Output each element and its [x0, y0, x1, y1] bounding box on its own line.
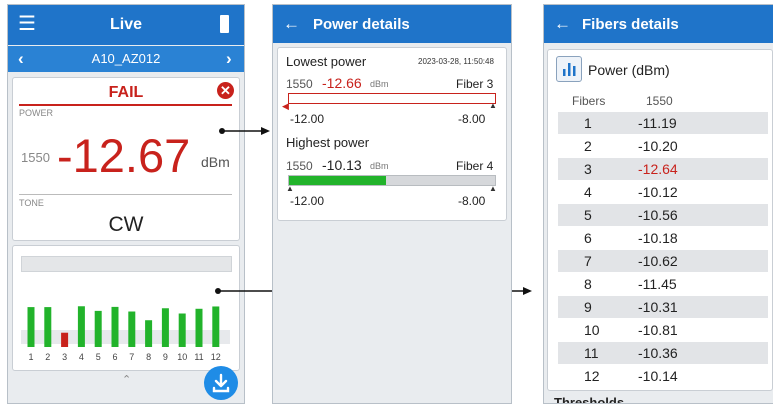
table-row[interactable]: 1 -11.19 — [558, 112, 768, 134]
table-row[interactable]: 6 -10.18 — [558, 227, 768, 249]
table-row[interactable]: 9 -10.31 — [558, 296, 768, 318]
fibers-table-card: Power (dBm) Fibers 1550 1 -11.19 2 -10.20 3 -… — [547, 49, 773, 391]
table-row[interactable]: 5 -10.56 — [558, 204, 768, 226]
lowest-wavelength: 1550 — [286, 77, 313, 91]
table-row[interactable]: 7 -10.62 — [558, 250, 768, 272]
table-row[interactable]: 10 -10.81 — [558, 319, 768, 341]
fiber-power-value: -10.20 — [638, 138, 678, 154]
fiber-number: 10 — [584, 322, 600, 338]
fiber-power-value: -10.14 — [638, 368, 678, 384]
fiber-power-value: -10.81 — [638, 322, 678, 338]
lowest-value: -12.66 — [322, 75, 362, 91]
fiber-power-value: -10.56 — [638, 207, 678, 223]
table-row[interactable]: 4 -10.12 — [558, 181, 768, 203]
page-title: Fibers details — [582, 16, 679, 33]
power-details-screen: ← Power details Lowest power 2023-03-28,… — [272, 4, 512, 404]
thresholds-label: Thresholds — [554, 395, 625, 404]
power-summary-card: Lowest power 2023-03-28, 11:50:48 1550 -… — [277, 47, 507, 221]
wavelength-column-header: 1550 — [646, 94, 673, 108]
fiber-number: 7 — [584, 253, 592, 269]
power-chart-icon — [556, 56, 582, 82]
lowest-threshold-min: -12.00 — [290, 112, 325, 126]
fiber-power-value: -11.19 — [638, 115, 677, 131]
table-row[interactable]: 8 -11.45 — [558, 273, 768, 295]
fiber-power-value: -10.12 — [638, 184, 678, 200]
fibers-details-connector-arrowhead — [523, 287, 532, 295]
highest-threshold-max: -8.00 — [458, 194, 486, 208]
highest-fiber: Fiber 4 — [456, 159, 494, 173]
highest-power-gauge — [288, 175, 496, 186]
fibers-details-title-bar: ← Fibers details — [544, 5, 773, 43]
fibers-details-connector-dot — [215, 288, 221, 294]
fibers-details-screen: ← Fibers details Power (dBm) Fibers 1550… — [543, 4, 773, 404]
highest-wavelength: 1550 — [286, 159, 313, 173]
fiber-power-value: -10.31 — [638, 299, 678, 315]
lowest-power-title: Lowest power — [286, 54, 367, 69]
highest-value: -10.13 — [322, 157, 362, 173]
table-row[interactable]: 2 -10.20 — [558, 135, 768, 157]
table-row[interactable]: 11 -10.36 — [558, 342, 768, 364]
highest-min-marker-icon: ▲ — [286, 184, 294, 193]
fiber-number: 9 — [584, 299, 592, 315]
lowest-max-marker-icon: ▲ — [489, 101, 497, 110]
fiber-number: 5 — [584, 207, 592, 223]
back-arrow-icon[interactable]: ← — [283, 14, 300, 34]
fiber-number: 12 — [584, 368, 600, 384]
highest-unit: dBm — [370, 161, 389, 171]
fiber-number: 6 — [584, 230, 592, 246]
page-title: Power details — [313, 16, 410, 33]
lowest-power-gauge — [288, 93, 496, 104]
fiber-number: 1 — [584, 115, 592, 131]
power-details-connector-arrowhead — [261, 127, 270, 135]
lowest-unit: dBm — [370, 79, 389, 89]
lowest-threshold-max: -8.00 — [458, 112, 486, 126]
highest-power-title: Highest power — [286, 135, 370, 150]
timestamp: 2023-03-28, 11:50:48 — [418, 57, 494, 66]
fiber-power-value: -11.45 — [638, 276, 677, 292]
fibers-column-header: Fibers — [572, 94, 606, 108]
fiber-number: 8 — [584, 276, 592, 292]
fiber-number: 4 — [584, 184, 592, 200]
fiber-number: 3 — [584, 161, 592, 177]
highest-max-marker-icon: ▲ — [489, 184, 497, 193]
fiber-power-value: -12.64 — [638, 161, 678, 177]
lowest-below-marker-icon: ◀ — [282, 101, 289, 111]
lowest-fiber: Fiber 3 — [456, 77, 494, 91]
table-row[interactable]: 3 -12.64 — [558, 158, 768, 180]
fiber-power-value: -10.18 — [638, 230, 678, 246]
power-details-title-bar: ← Power details — [273, 5, 511, 43]
highest-threshold-min: -12.00 — [290, 194, 325, 208]
back-arrow-icon[interactable]: ← — [554, 14, 571, 34]
highest-power-gauge-fill — [289, 176, 386, 185]
fiber-power-value: -10.36 — [638, 345, 678, 361]
power-details-connector-dot — [219, 128, 225, 134]
fiber-number: 2 — [584, 138, 592, 154]
fiber-number: 11 — [584, 345, 599, 361]
table-row[interactable]: 12 -10.14 — [558, 365, 768, 387]
fiber-power-value: -10.62 — [638, 253, 678, 269]
section-title: Power (dBm) — [588, 62, 670, 78]
